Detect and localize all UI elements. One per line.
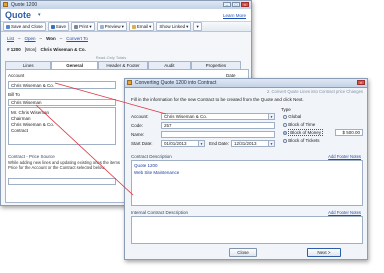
type-option-block-tickets[interactable]: Block of Tickets (283, 138, 320, 143)
record-number: # 1200 (7, 47, 21, 52)
name-field-label: Name: (131, 132, 145, 137)
dialog-close-button[interactable]: Close (229, 248, 257, 257)
calendar-dropdown-icon[interactable]: ▾ (268, 141, 274, 146)
chevron-down-icon: ▾ (149, 23, 152, 29)
chevron-down-icon: ▾ (121, 23, 124, 29)
minimize-button[interactable]: – (223, 2, 231, 7)
printer-icon (74, 24, 79, 29)
nav-open-link[interactable]: Open (25, 36, 36, 41)
record-line: # 1200 [Won] Chris Wiseman & Co. (7, 46, 247, 53)
maximize-button[interactable]: □ (232, 2, 240, 7)
preview-icon (99, 24, 104, 29)
dialog-account-field[interactable]: Chris Wiseman & Co. ▾ (161, 113, 275, 120)
preview-button[interactable]: Preview ▾ (96, 22, 127, 31)
chevron-down-icon: ▾ (196, 23, 199, 29)
price-source-select[interactable] (8, 178, 116, 185)
bill-to-label: Bill To (8, 92, 20, 97)
separator: – (59, 36, 63, 41)
step-heading: 2. Convert Quote Lines into Contract pri… (266, 89, 363, 94)
type-label: Type (281, 107, 291, 112)
convert-to-link[interactable]: Convert To (66, 36, 88, 41)
envelope-icon (131, 24, 136, 29)
start-date-label: Start Date: (131, 141, 153, 146)
show-linked-button[interactable]: Show Linked ▾ (156, 22, 192, 31)
type-option-global[interactable]: Global (283, 114, 301, 119)
add-footer-notes-link[interactable]: Add Footer Notes (328, 154, 361, 159)
title-dropdown-icon[interactable]: ▾ (38, 12, 41, 18)
account-label: Account (8, 73, 25, 78)
account-field-label: Account: (131, 114, 149, 119)
record-name: Chris Wiseman & Co. (40, 47, 86, 52)
internal-description-textarea[interactable] (131, 216, 363, 244)
record-status: [Won] (24, 47, 37, 52)
close-window-button[interactable]: × (241, 2, 249, 7)
contract-description-label: Contract Description (131, 154, 172, 159)
type-option-block-time[interactable]: Block of Time (283, 122, 315, 127)
contract-description-textarea[interactable]: Quote 1200 Web Site Maintenance (131, 160, 363, 206)
radio-icon (283, 138, 287, 143)
save-close-icon (6, 24, 10, 29)
end-date-field[interactable]: 12/31/2013 ▾ (231, 140, 275, 147)
convert-dialog: Converting Quote 1200 into Contract × 2.… (124, 78, 368, 260)
learn-more-link[interactable]: Learn More (223, 13, 246, 18)
start-date-field[interactable]: 01/01/2013 ▾ (161, 140, 205, 147)
tab-general[interactable]: General (51, 61, 98, 69)
internal-description-label: Internal Contract Description (131, 210, 189, 215)
account-dropdown-icon[interactable]: ▾ (268, 114, 274, 119)
chevron-down-icon: ▾ (89, 23, 92, 29)
end-date-label: End Date: (209, 141, 230, 146)
description-line-1: Quote 1200 (134, 163, 158, 168)
money-amount-field[interactable]: $ 500.00 (335, 129, 363, 136)
dialog-title: Converting Quote 1200 into Contract (135, 80, 217, 86)
nav-bar: List – Open – Won – Convert To (7, 35, 247, 42)
tab-header-footer[interactable]: Header & Footer (97, 61, 149, 69)
code-field-label: Code: (131, 123, 144, 128)
print-button[interactable]: Print ▾ (71, 22, 95, 31)
price-source-heading: Contract - Price Source (8, 154, 55, 159)
nav-list-link[interactable]: List (7, 36, 14, 41)
separator: – (18, 36, 21, 41)
dialog-app-icon (127, 80, 132, 85)
separator: – (39, 36, 43, 41)
page-title: Quote (5, 10, 31, 20)
tab-lines[interactable]: Lines (5, 61, 52, 69)
save-button[interactable]: Save (47, 22, 70, 31)
price-source-help: While adding new lines and updating exis… (8, 160, 120, 170)
nav-status: Won (46, 36, 56, 41)
floppy-icon (50, 24, 55, 29)
calendar-dropdown-icon[interactable]: ▾ (198, 141, 204, 146)
description-line-2: Web Site Maintenance (134, 170, 180, 175)
main-toolbar: Save and Close Save Print ▾ Preview ▾ Emai… (1, 22, 251, 32)
type-option-block-money[interactable]: Block of Money (283, 129, 324, 136)
dialog-titlebar: Converting Quote 1200 into Contract × (125, 79, 367, 88)
window-title: Quote 1200 (11, 2, 38, 8)
quote-header: Quote ▾ Learn More (1, 9, 251, 22)
next-button[interactable]: Next > (307, 248, 341, 257)
tab-audit[interactable]: Audit (148, 61, 191, 69)
name-field[interactable] (161, 131, 275, 138)
radio-icon (283, 122, 287, 127)
app-icon (3, 2, 8, 7)
dialog-close-icon[interactable]: × (357, 80, 365, 85)
save-close-button[interactable]: Save and Close (3, 22, 46, 31)
radio-selected-icon (283, 130, 287, 135)
bill-to-contact-field[interactable]: Chris Wiseman (8, 99, 116, 106)
tab-properties[interactable]: Properties (190, 61, 241, 69)
email-button[interactable]: Email ▾ (128, 22, 155, 31)
radio-icon (283, 114, 287, 119)
dialog-instructions: Fill in the information for the new Cont… (131, 97, 304, 102)
code-field[interactable]: 257 (161, 122, 275, 129)
add-footer-notes-link-2[interactable]: Add Footer Notes (328, 210, 361, 215)
account-field[interactable]: Chris Wiseman & Co. (8, 81, 116, 89)
more-button[interactable]: ▾ (193, 22, 202, 31)
tab-strip: Lines General Header & Footer Audit Prop… (5, 61, 241, 69)
bill-to-address[interactable]: Mr. Chris Wiseman Chairman Chris Wiseman… (8, 107, 116, 145)
chevron-down-icon: ▾ (186, 23, 189, 29)
